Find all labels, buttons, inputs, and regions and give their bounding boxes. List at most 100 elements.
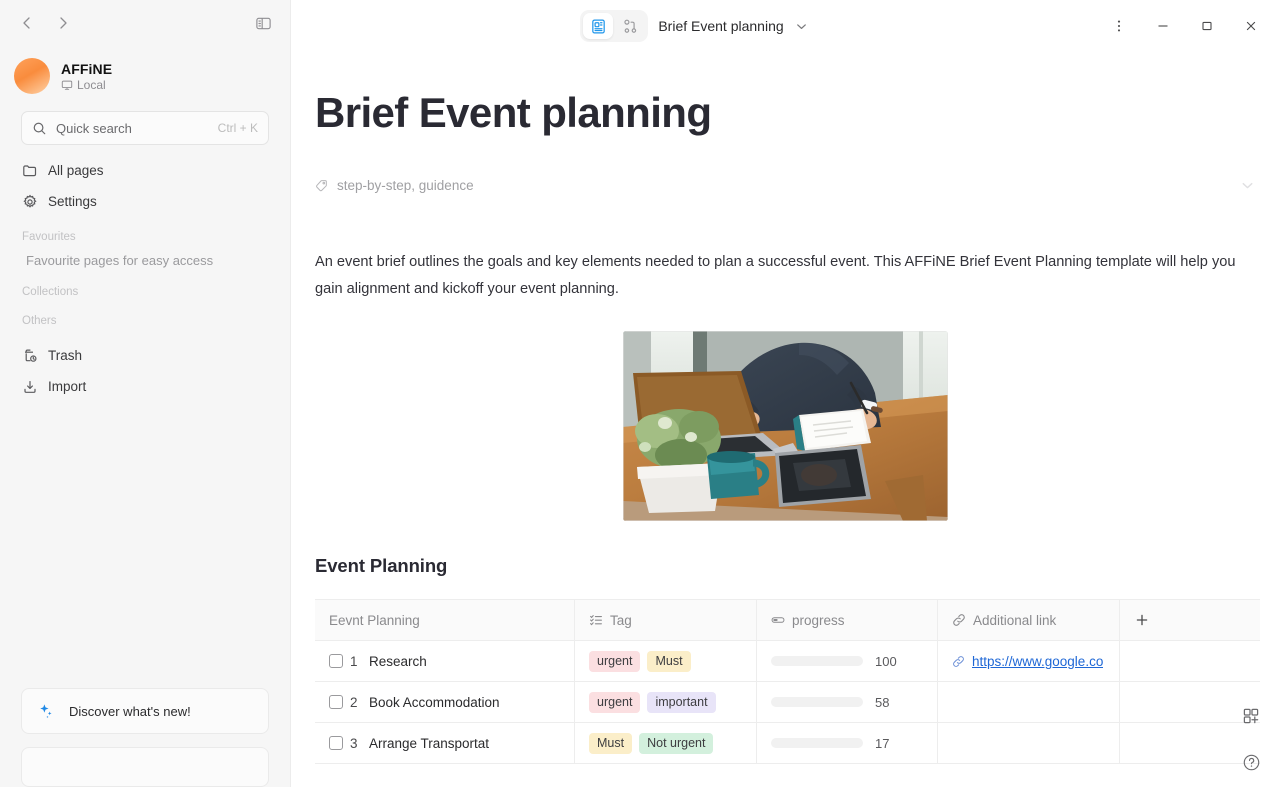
- quick-search-input[interactable]: Quick search Ctrl + K: [21, 111, 269, 145]
- row-checkbox[interactable]: [329, 736, 343, 751]
- section-label-others: Others: [22, 315, 57, 327]
- document-inner: Brief Event planning step-by-step, guide…: [315, 89, 1260, 765]
- add-template-icon[interactable]: [1236, 701, 1266, 731]
- doc-tags-row[interactable]: step-by-step, guidence: [315, 177, 1256, 194]
- edgeless-mode-button[interactable]: [615, 13, 645, 39]
- workspace-selector[interactable]: AFFiNE Local: [0, 54, 290, 94]
- row-link-cell[interactable]: https://www.google.co: [938, 641, 1120, 682]
- doc-tags-collapse-icon[interactable]: [1239, 177, 1256, 194]
- progress-value: 17: [875, 735, 890, 751]
- progress-bar: 58: [771, 695, 923, 710]
- tag-pill: important: [647, 691, 716, 713]
- sidebar-item-import[interactable]: Import: [14, 371, 276, 402]
- sidebar-bottom-stub-card[interactable]: [21, 747, 269, 787]
- workspace-text: AFFiNE Local: [61, 61, 112, 92]
- nav-back-button[interactable]: [12, 8, 42, 38]
- progress-track: [771, 656, 863, 667]
- table-row[interactable]: 1 Research urgent Must 100 https://www.g…: [315, 641, 1260, 683]
- link-icon: [952, 613, 966, 627]
- table-row[interactable]: 2 Book Accommodation urgent important 58: [315, 682, 1260, 724]
- row-link-cell[interactable]: [938, 682, 1120, 723]
- tag-pill: urgent: [589, 691, 641, 713]
- table-body: 1 Research urgent Must 100 https://www.g…: [315, 641, 1260, 765]
- row-link-cell[interactable]: [938, 723, 1120, 764]
- workspace-name: AFFiNE: [61, 60, 113, 77]
- row-progress-cell[interactable]: 58: [757, 682, 938, 723]
- tag-pill: urgent: [589, 650, 641, 672]
- column-header-progress[interactable]: progress: [757, 600, 938, 641]
- window-close-button[interactable]: [1230, 8, 1272, 44]
- sparkle-icon: [37, 702, 55, 720]
- progress-value: 58: [875, 694, 890, 710]
- sidebar-toggle-button[interactable]: [248, 8, 278, 38]
- document-canvas: Brief Event planning step-by-step, guide…: [291, 52, 1280, 787]
- workspace-sub: Local: [61, 78, 112, 92]
- gear-icon: [22, 194, 38, 210]
- column-progress-label: progress: [792, 612, 845, 628]
- progress-track: [771, 697, 863, 708]
- database-table: Eevnt Planning Tag progress Additional l…: [315, 599, 1260, 765]
- row-progress-cell[interactable]: 100: [757, 641, 938, 682]
- row-title-cell[interactable]: 1 Research: [315, 641, 575, 682]
- favourites-empty-hint: Favourite pages for easy access: [26, 253, 214, 268]
- row-number: 1: [350, 653, 358, 669]
- sidebar: AFFiNE Local Quick search Ctrl + K All p…: [0, 0, 291, 787]
- section-heading[interactable]: Event Planning: [315, 555, 1256, 577]
- sidebar-item-label: Settings: [48, 194, 97, 209]
- local-workspace-icon: [61, 79, 73, 91]
- chevron-down-icon[interactable]: [794, 19, 809, 34]
- discover-label: Discover what's new!: [69, 703, 191, 719]
- row-tag-cell[interactable]: urgent important: [575, 682, 757, 723]
- progress-bar: 100: [771, 654, 923, 669]
- window-minimize-button[interactable]: [1142, 8, 1184, 44]
- page-mode-button[interactable]: [583, 13, 614, 39]
- row-title-cell[interactable]: 2 Book Accommodation: [315, 682, 575, 723]
- row-progress-cell[interactable]: 17: [757, 723, 938, 764]
- workspace-avatar: [14, 58, 50, 94]
- more-options-button[interactable]: [1098, 8, 1140, 44]
- header-center: Brief Event planning: [291, 10, 1098, 42]
- row-title-cell[interactable]: 3 Arrange Transportat: [315, 723, 575, 764]
- table-row[interactable]: 3 Arrange Transportat Must Not urgent 17: [315, 723, 1260, 765]
- sidebar-topbar: [0, 0, 290, 46]
- sidebar-item-label: All pages: [48, 163, 104, 178]
- folder-icon: [22, 163, 38, 179]
- row-empty-cell[interactable]: [1120, 641, 1260, 682]
- app-root: AFFiNE Local Quick search Ctrl + K All p…: [0, 0, 1280, 787]
- add-column-button[interactable]: [1120, 600, 1260, 641]
- progress-value: 100: [875, 653, 897, 669]
- sidebar-item-settings[interactable]: Settings: [14, 186, 276, 217]
- sidebar-bottom: Discover what's new!: [0, 688, 290, 787]
- sidebar-item-all-pages[interactable]: All pages: [14, 155, 276, 186]
- row-tag-cell[interactable]: Must Not urgent: [575, 723, 757, 764]
- doc-paragraph[interactable]: An event brief outlines the goals and ke…: [315, 249, 1256, 303]
- row-link[interactable]: https://www.google.co: [972, 654, 1103, 669]
- row-title: Research: [369, 653, 427, 669]
- tag-icon: [315, 179, 328, 192]
- multi-select-icon: [589, 613, 603, 627]
- discover-whats-new-button[interactable]: Discover what's new!: [21, 688, 269, 734]
- doc-embedded-image[interactable]: [623, 331, 948, 522]
- window-maximize-button[interactable]: [1186, 8, 1228, 44]
- quick-search-placeholder: Quick search: [56, 120, 132, 136]
- row-checkbox[interactable]: [329, 695, 343, 710]
- help-icon[interactable]: [1236, 747, 1266, 777]
- link-icon: [952, 655, 965, 668]
- column-header-tag[interactable]: Tag: [575, 600, 757, 641]
- row-number: 2: [350, 694, 358, 710]
- column-link-label: Additional link: [973, 612, 1057, 628]
- page-title[interactable]: Brief Event planning: [315, 89, 1256, 136]
- trash-icon: [22, 348, 38, 364]
- column-header-link[interactable]: Additional link: [938, 600, 1120, 641]
- sidebar-primary-nav: All pages Settings: [0, 155, 290, 217]
- column-header-title[interactable]: Eevnt Planning: [315, 600, 575, 641]
- column-title-label: Eevnt Planning: [329, 612, 420, 628]
- main-area: Brief Event planning Brief Event plannin…: [291, 0, 1280, 787]
- row-title: Book Accommodation: [369, 694, 500, 710]
- row-tag-cell[interactable]: urgent Must: [575, 641, 757, 682]
- row-checkbox[interactable]: [329, 654, 343, 669]
- sidebar-item-trash[interactable]: Trash: [14, 340, 276, 371]
- progress-track: [771, 738, 863, 749]
- nav-forward-button[interactable]: [48, 8, 78, 38]
